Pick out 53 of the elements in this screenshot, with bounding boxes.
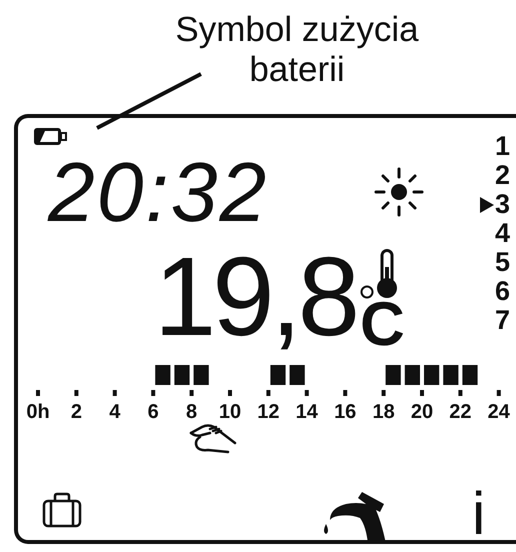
schedule-bar — [424, 365, 440, 385]
day-number: 3 — [494, 190, 510, 219]
day-number: 4 — [494, 219, 510, 248]
tick-mark — [496, 390, 501, 396]
thermometer-icon — [376, 249, 398, 299]
day-number: 2 — [494, 161, 510, 190]
callout-label: Symbol zużycia baterii — [174, 10, 420, 90]
hand-icon — [188, 423, 238, 455]
temperature-reading: 19,8 — [154, 237, 357, 357]
tick-mark — [382, 390, 386, 396]
tick-mark — [36, 390, 40, 396]
day-number: 7 — [494, 306, 510, 335]
hour-label: 16 — [334, 401, 356, 423]
schedule-bar — [386, 365, 401, 385]
day-number: 1 — [494, 132, 510, 161]
hour-label: 6 — [148, 401, 159, 423]
schedule-bar — [404, 365, 420, 385]
degree-icon — [360, 285, 374, 299]
day-number: 6 — [494, 277, 510, 306]
tick-mark — [266, 390, 270, 396]
hour-label: 20 — [410, 401, 434, 423]
temperature-unit: C — [360, 299, 405, 351]
day-number: 5 — [494, 248, 510, 277]
hour-label: 24 — [488, 401, 510, 423]
schedule-bar — [290, 365, 305, 385]
hour-label: 22 — [449, 401, 472, 423]
tick-mark — [112, 390, 117, 396]
hour-label: 18 — [372, 401, 395, 423]
schedule-bar — [462, 365, 478, 385]
tick-mark — [151, 390, 156, 396]
hour-label: 12 — [257, 401, 280, 423]
schedule-bar — [194, 365, 209, 385]
info-symbol: i — [472, 486, 486, 542]
hour-label: 4 — [109, 401, 120, 423]
schedule-bar — [174, 365, 190, 385]
hour-label: 14 — [296, 401, 318, 423]
schedule-bar — [443, 365, 458, 385]
suitcase-icon — [42, 492, 82, 528]
tick-mark — [458, 390, 462, 396]
sun-icon — [374, 167, 424, 217]
tick-mark — [420, 390, 424, 396]
hour-label: 10 — [218, 401, 242, 423]
schedule-bar — [270, 365, 286, 385]
hour-label: 0h — [26, 401, 50, 423]
tick-mark — [74, 390, 78, 396]
tick-mark — [228, 390, 232, 396]
hour-label: 2 — [70, 401, 82, 423]
hour-label: 8 — [186, 401, 198, 423]
clock-time: 20:32 — [48, 151, 268, 233]
tick-mark — [304, 390, 309, 396]
tick-mark — [343, 390, 348, 396]
schedule-bar — [155, 365, 170, 385]
tick-mark — [190, 390, 194, 396]
